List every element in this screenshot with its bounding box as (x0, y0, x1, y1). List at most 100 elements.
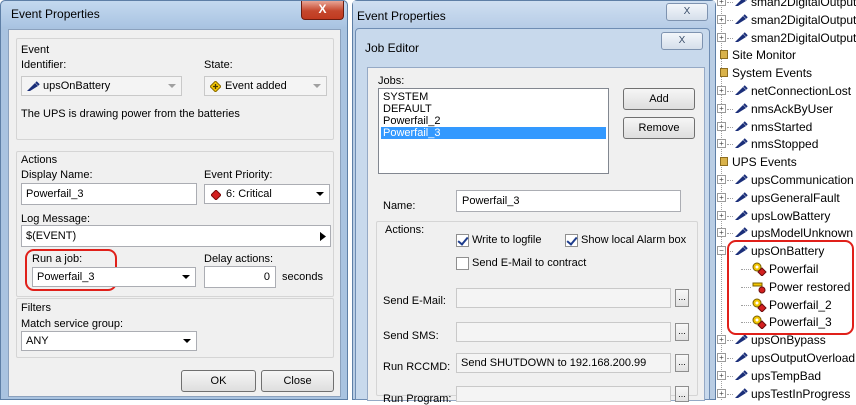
expand-icon[interactable]: + (717, 86, 726, 95)
event-pencil-icon (735, 388, 748, 398)
jobs-listbox[interactable]: SYSTEM DEFAULT Powerfail_2 Powerfail_3 (378, 88, 609, 174)
collapse-icon[interactable]: − (717, 246, 726, 255)
expand-icon[interactable]: + (717, 371, 726, 380)
chevron-down-icon (183, 339, 191, 343)
close-button[interactable]: Close (261, 370, 334, 392)
dialog-body: Event Identifier: upsOnBattery State: Ev… (8, 29, 341, 397)
expand-icon[interactable]: + (717, 228, 726, 237)
tree-row-event[interactable]: upsOutputOverload (751, 349, 855, 367)
tree-row-event[interactable]: upsTempBad (751, 367, 821, 385)
ellipsis-icon: ... (678, 389, 686, 399)
expand-icon[interactable]: + (717, 104, 726, 113)
expand-icon[interactable]: + (717, 335, 726, 344)
tree-connector (727, 233, 733, 234)
expand-icon[interactable]: + (717, 0, 726, 6)
send-sms-label: Send SMS: (383, 330, 439, 342)
identifier-value: upsOnBattery (43, 80, 111, 92)
tree-row-event[interactable]: upsCommunication (751, 171, 854, 189)
priority-combo[interactable]: 6: Critical (204, 184, 330, 204)
expand-icon[interactable]: + (717, 353, 726, 362)
close-window-button[interactable]: X (301, 1, 344, 20)
log-message-label: Log Message: (21, 213, 91, 225)
tree-row-event[interactable]: sman2DigitalOutput (751, 0, 856, 11)
tree-row-event[interactable]: sman2DigitalOutput (751, 29, 856, 47)
send-email-browse-button[interactable]: ... (675, 289, 689, 307)
run-rccmd-input[interactable]: Send SHUTDOWN to 192.168.200.99 (456, 353, 671, 373)
tree-row-event[interactable]: nmsStopped (751, 135, 818, 153)
tree-row-label: sman2DigitalOutput (751, 13, 856, 27)
close-icon: X (683, 6, 691, 17)
job-item[interactable]: DEFAULT (381, 103, 432, 115)
tree-row-label: upsTestInProgress (751, 387, 851, 401)
state-combo[interactable]: Event added (204, 76, 327, 96)
tree-row-label: nmsStopped (751, 137, 819, 151)
event-group-label: Event (21, 44, 50, 56)
write-log-checkbox[interactable] (456, 234, 469, 247)
send-sms-input[interactable] (456, 322, 671, 342)
delay-input[interactable]: 0 (204, 266, 276, 288)
job-item[interactable]: Powerfail_2 (381, 115, 440, 127)
tree-connector (727, 144, 733, 145)
close-icon: X (678, 35, 686, 46)
ok-button[interactable]: OK (181, 370, 256, 392)
event-pencil-icon (735, 210, 748, 220)
display-name-input[interactable]: Powerfail_3 (21, 183, 197, 205)
expand-icon[interactable]: + (717, 33, 726, 42)
tree-row-event[interactable]: sman2DigitalOutput (751, 11, 856, 29)
window-title-2: Event Properties (357, 9, 446, 23)
tree-row-folder[interactable]: Site Monitor (732, 46, 796, 64)
identifier-combo[interactable]: upsOnBattery (21, 76, 182, 96)
job-editor-close-button[interactable]: X (661, 32, 703, 50)
match-group-combo[interactable]: ANY (21, 331, 197, 351)
log-message-value: $(EVENT) (26, 230, 77, 242)
expand-icon[interactable]: + (717, 139, 726, 148)
event-pencil-icon (735, 352, 748, 362)
tree-row-event[interactable]: netConnectionLost (751, 82, 851, 100)
caret-right-icon[interactable] (320, 232, 326, 241)
tree-row-folder[interactable]: UPS Events (732, 153, 797, 171)
tree-row-label: upsTempBad (751, 369, 822, 383)
tree-row-event[interactable]: nmsAckByUser (751, 100, 833, 118)
job-editor-title: Job Editor (365, 41, 420, 55)
tree-row-folder[interactable]: System Events (732, 64, 812, 82)
event-tree[interactable]: sman2DigitalOutput + sman2DigitalOutput + sm… (717, 0, 856, 403)
expand-icon[interactable]: + (717, 15, 726, 24)
event-pencil-icon (735, 227, 748, 237)
log-message-input[interactable]: $(EVENT) (21, 225, 331, 247)
ellipsis-icon: ... (678, 357, 686, 367)
run-rccmd-browse-button[interactable]: ... (675, 354, 689, 372)
tree-row-event[interactable]: nmsStarted (751, 118, 812, 136)
send-sms-browse-button[interactable]: ... (675, 323, 689, 341)
show-alarm-checkbox[interactable] (565, 234, 578, 247)
title-bar-2[interactable]: Event Properties (353, 1, 715, 29)
title-bar[interactable]: Event Properties (1, 1, 347, 27)
name-input[interactable]: Powerfail_3 (456, 190, 681, 212)
job-actions-label: Actions: (385, 224, 425, 236)
job-item[interactable]: SYSTEM (381, 91, 428, 103)
identifier-label: Identifier: (21, 59, 67, 71)
priority-label: Event Priority: (204, 169, 273, 181)
expand-icon[interactable]: + (717, 211, 726, 220)
folder-icon (720, 157, 728, 166)
tree-row-event[interactable]: upsLowBattery (751, 207, 830, 225)
ups-on-battery-highlight (727, 240, 854, 335)
actions-group-label: Actions (21, 154, 58, 166)
tree-row-event[interactable]: upsTestInProgress (751, 385, 850, 403)
expand-icon[interactable]: + (717, 389, 726, 398)
expand-icon[interactable]: + (717, 175, 726, 184)
run-rccmd-label: Run RCCMD: (383, 361, 451, 373)
add-button[interactable]: Add (623, 88, 695, 110)
close-window-button-2[interactable]: X (666, 3, 708, 21)
priority-diamond-icon (211, 190, 221, 200)
send-email-contract-checkbox[interactable] (456, 257, 469, 270)
tree-connector (727, 2, 733, 3)
tree-row-event[interactable]: upsGeneralFault (751, 189, 840, 207)
job-editor-title-bar[interactable]: Job Editor (356, 29, 709, 65)
job-item-selected[interactable]: Powerfail_3 (381, 127, 606, 139)
send-email-input[interactable] (456, 288, 671, 308)
remove-button[interactable]: Remove (623, 117, 695, 139)
expand-icon[interactable]: + (717, 122, 726, 131)
expand-icon[interactable]: + (717, 193, 726, 202)
run-job-combo[interactable]: Powerfail_3 (32, 267, 196, 287)
run-job-value: Powerfail_3 (37, 271, 95, 283)
